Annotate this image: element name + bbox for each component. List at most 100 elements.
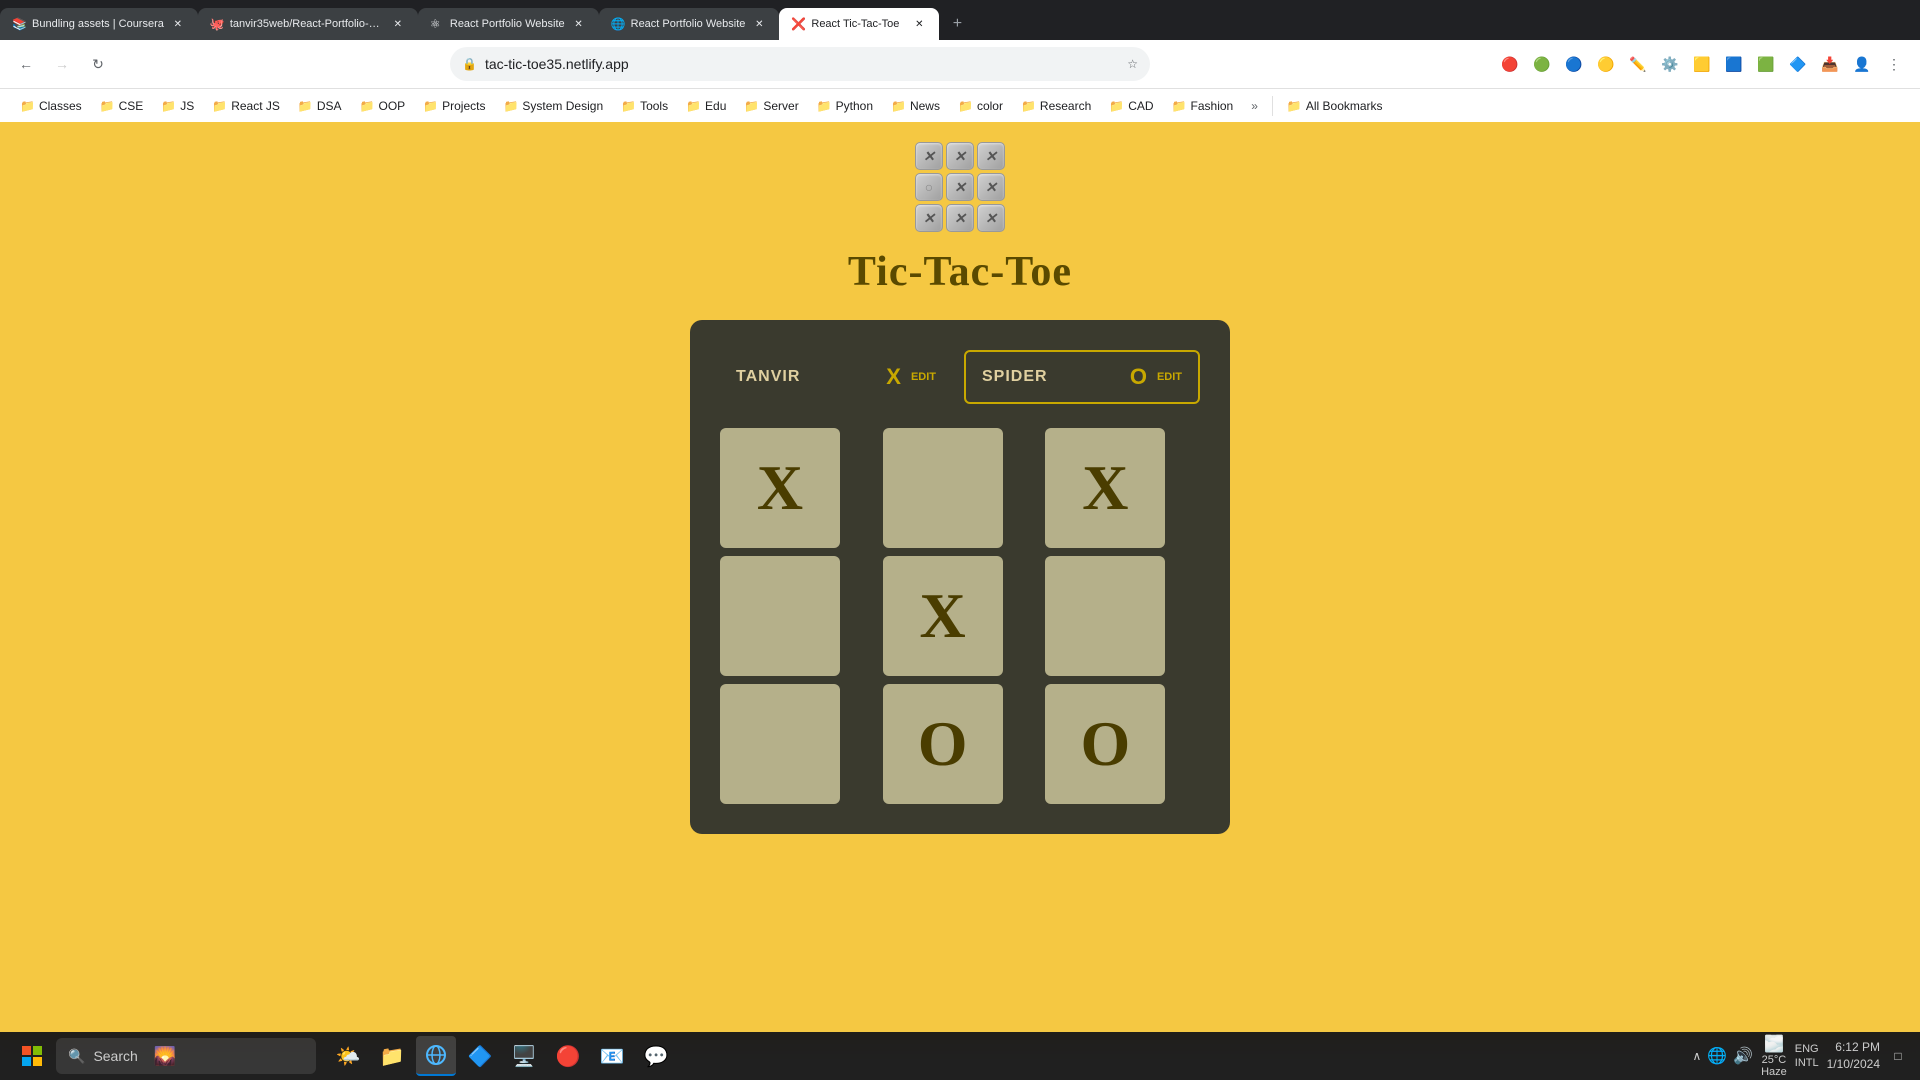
- bookmark-label: Server: [763, 99, 798, 113]
- board-cell-2-1[interactable]: O: [883, 684, 1003, 804]
- taskbar-app-chrome[interactable]: 🔴: [548, 1036, 588, 1076]
- extension-icon-9[interactable]: 📥: [1816, 50, 1844, 78]
- chevron-icon[interactable]: ∧: [1692, 1049, 1701, 1063]
- taskbar-app-whatsapp[interactable]: 💬: [636, 1036, 676, 1076]
- tab-close-icon[interactable]: ✕: [170, 16, 186, 32]
- tab-5[interactable]: ❌ React Tic-Tac-Toe ✕: [779, 8, 939, 40]
- back-button[interactable]: ←: [12, 50, 40, 78]
- nav-bar: ← → ↻ 🔒 tac-tic-toe35.netlify.app ☆ 🔴 🟢 …: [0, 40, 1920, 88]
- tab-close-icon[interactable]: ✕: [390, 16, 406, 32]
- taskbar-app-files[interactable]: 📁: [372, 1036, 412, 1076]
- tab-2[interactable]: 🐙 tanvir35web/React-Portfolio-W... ✕: [198, 8, 418, 40]
- players-header: TANVIR X EDIT SPIDER O EDIT: [720, 350, 1200, 404]
- language-label: ENG: [1795, 1042, 1819, 1056]
- bookmark-label: Edu: [705, 99, 726, 113]
- taskbar-app-browser[interactable]: [416, 1036, 456, 1076]
- taskbar-system-icons: ∧ 🌐 🔊: [1692, 1046, 1753, 1066]
- main-content: ✕ ✕ ✕ ○ ✕ ✕ ✕ ✕ ✕ Tic-Tac-Toe TANVIR X E…: [0, 122, 1920, 1040]
- bookmark-more[interactable]: »: [1243, 95, 1266, 117]
- tab-close-icon[interactable]: ✕: [571, 16, 587, 32]
- bookmark-system-design[interactable]: 📁 System Design: [495, 95, 611, 117]
- bookmark-dsa[interactable]: 📁 DSA: [290, 95, 350, 117]
- folder-icon: 📁: [958, 99, 973, 113]
- bookmark-label: DSA: [317, 99, 342, 113]
- board-cell-1-1[interactable]: X: [883, 556, 1003, 676]
- taskbar-app-widgets[interactable]: 🌤️: [328, 1036, 368, 1076]
- taskbar-weather[interactable]: 🌫️ 25°C Haze: [1761, 1034, 1787, 1078]
- extension-icon-5[interactable]: 🟨: [1688, 50, 1716, 78]
- bookmark-cad[interactable]: 📁 CAD: [1101, 95, 1161, 117]
- bookmark-projects[interactable]: 📁 Projects: [415, 95, 493, 117]
- tab-close-icon[interactable]: ✕: [911, 16, 927, 32]
- extension-icon-3[interactable]: ✏️: [1624, 50, 1652, 78]
- address-star-icon[interactable]: ☆: [1127, 57, 1138, 71]
- player2-symbol: O: [1130, 364, 1147, 390]
- folder-icon: 📁: [298, 99, 313, 113]
- menu-icon[interactable]: ⋮: [1880, 50, 1908, 78]
- board-cell-0-1[interactable]: [883, 428, 1003, 548]
- bookmark-js[interactable]: 📁 JS: [153, 95, 202, 117]
- board-cell-1-0[interactable]: [720, 556, 840, 676]
- game-container: TANVIR X EDIT SPIDER O EDIT X X: [690, 320, 1230, 834]
- refresh-button[interactable]: ↻: [84, 50, 112, 78]
- tab-close-icon[interactable]: ✕: [751, 16, 767, 32]
- bookmark-cse[interactable]: 📁 CSE: [92, 95, 152, 117]
- bookmark-research[interactable]: 📁 Research: [1013, 95, 1099, 117]
- tab-favicon: 🐙: [210, 17, 224, 31]
- weather-temp: 25°C: [1762, 1054, 1787, 1066]
- extension-icon-2[interactable]: 🟡: [1592, 50, 1620, 78]
- bookmark-news[interactable]: 📁 News: [883, 95, 948, 117]
- forward-button[interactable]: →: [48, 50, 76, 78]
- tab-1[interactable]: 📚 Bundling assets | Coursera ✕: [0, 8, 198, 40]
- extension-icon-4[interactable]: ⚙️: [1656, 50, 1684, 78]
- network-icon[interactable]: 🌐: [1707, 1046, 1727, 1066]
- bookmark-server[interactable]: 📁 Server: [736, 95, 806, 117]
- bookmark-edu[interactable]: 📁 Edu: [678, 95, 734, 117]
- taskbar-app-vscode[interactable]: 🔷: [460, 1036, 500, 1076]
- bookmark-python[interactable]: 📁 Python: [809, 95, 881, 117]
- tab-favicon: ❌: [791, 17, 805, 31]
- grammarly-icon[interactable]: 🔴: [1496, 50, 1524, 78]
- bookmark-label: Research: [1040, 99, 1091, 113]
- tab-title: Bundling assets | Coursera: [32, 18, 164, 30]
- taskbar-app-outlook[interactable]: 📧: [592, 1036, 632, 1076]
- player1-card: TANVIR X EDIT: [720, 352, 952, 402]
- tab-3[interactable]: ⚛ React Portfolio Website ✕: [418, 8, 599, 40]
- bookmark-tools[interactable]: 📁 Tools: [613, 95, 676, 117]
- extension-icon-7[interactable]: 🟩: [1752, 50, 1780, 78]
- extension-icon-6[interactable]: 🟦: [1720, 50, 1748, 78]
- board-cell-1-2[interactable]: [1045, 556, 1165, 676]
- taskbar-search-bar[interactable]: 🔍 Search 🌄: [56, 1038, 316, 1074]
- start-button[interactable]: [12, 1036, 52, 1076]
- bookmark-label: System Design: [522, 99, 603, 113]
- logo-cell-6: ✕: [915, 204, 943, 232]
- bookmark-all[interactable]: 📁 All Bookmarks: [1279, 95, 1391, 117]
- player2-edit-button[interactable]: EDIT: [1157, 371, 1182, 383]
- bookmark-classes[interactable]: 📁 Classes: [12, 95, 90, 117]
- board-cell-2-2[interactable]: O: [1045, 684, 1165, 804]
- bookmark-oop[interactable]: 📁 OOP: [352, 95, 414, 117]
- extension-icon-1[interactable]: 🔵: [1560, 50, 1588, 78]
- game-board: X X X O: [720, 428, 1200, 804]
- volume-icon[interactable]: 🔊: [1733, 1046, 1753, 1066]
- address-bar[interactable]: 🔒 tac-tic-toe35.netlify.app ☆: [450, 47, 1150, 81]
- board-cell-0-0[interactable]: X: [720, 428, 840, 548]
- profile-icon[interactable]: 👤: [1848, 50, 1876, 78]
- taskbar-app-terminal[interactable]: 🖥️: [504, 1036, 544, 1076]
- new-tab-button[interactable]: +: [943, 10, 971, 38]
- logo-cell-8: ✕: [977, 204, 1005, 232]
- bookmark-label: React JS: [231, 99, 280, 113]
- cell-value: X: [920, 584, 966, 648]
- player1-edit-button[interactable]: EDIT: [911, 371, 936, 383]
- notification-center[interactable]: □: [1888, 1036, 1908, 1076]
- board-cell-2-0[interactable]: [720, 684, 840, 804]
- bookmark-color[interactable]: 📁 color: [950, 95, 1011, 117]
- bookmark-reactjs[interactable]: 📁 React JS: [204, 95, 288, 117]
- chrome-icon[interactable]: 🟢: [1528, 50, 1556, 78]
- tab-favicon: 📚: [12, 17, 26, 31]
- tab-4[interactable]: 🌐 React Portfolio Website ✕: [599, 8, 780, 40]
- board-cell-0-2[interactable]: X: [1045, 428, 1165, 548]
- extension-icon-8[interactable]: 🔷: [1784, 50, 1812, 78]
- bookmark-fashion[interactable]: 📁 Fashion: [1164, 95, 1242, 117]
- address-lock-icon: 🔒: [462, 57, 477, 71]
